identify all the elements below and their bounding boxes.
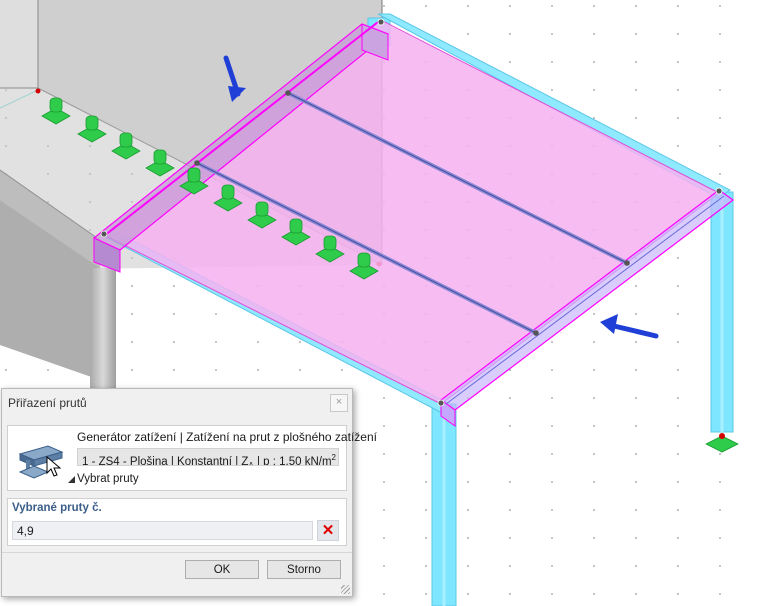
selected-members-field[interactable]: 4,9 — [12, 521, 313, 540]
generator-title: Generátor zatížení | Zatížení na prut z … — [77, 430, 377, 444]
clear-icon[interactable]: ✕ — [317, 520, 339, 541]
load-generator-panel: Generátor zatížení | Zatížení na prut z … — [7, 425, 377, 491]
dialog-title: Přiřazení prutů — [8, 396, 87, 410]
select-members-button[interactable]: Vybrat pruty — [77, 473, 139, 485]
column-right[interactable] — [710, 191, 734, 433]
resize-grip-icon[interactable] — [341, 585, 350, 594]
selected-members-panel: Vybrané pruty č. 4,9 ✕ — [7, 498, 347, 546]
dropdown-corner-icon[interactable] — [68, 476, 75, 483]
grey-column — [90, 268, 116, 398]
cursor-icon — [46, 456, 62, 477]
cancel-button[interactable]: Storno — [267, 560, 341, 579]
divider — [2, 552, 352, 553]
column-front[interactable] — [431, 403, 457, 606]
close-icon[interactable]: × — [330, 394, 348, 412]
generator-value: 1 - ZS4 - Plošina | Konstantní | ZA | p … — [77, 448, 339, 466]
selected-members-label: Vybrané pruty č. — [12, 502, 102, 514]
ok-button[interactable]: OK — [185, 560, 259, 579]
member-assignment-dialog[interactable]: Přiřazení prutů × Generátor zatížení | Z… — [1, 388, 377, 597]
